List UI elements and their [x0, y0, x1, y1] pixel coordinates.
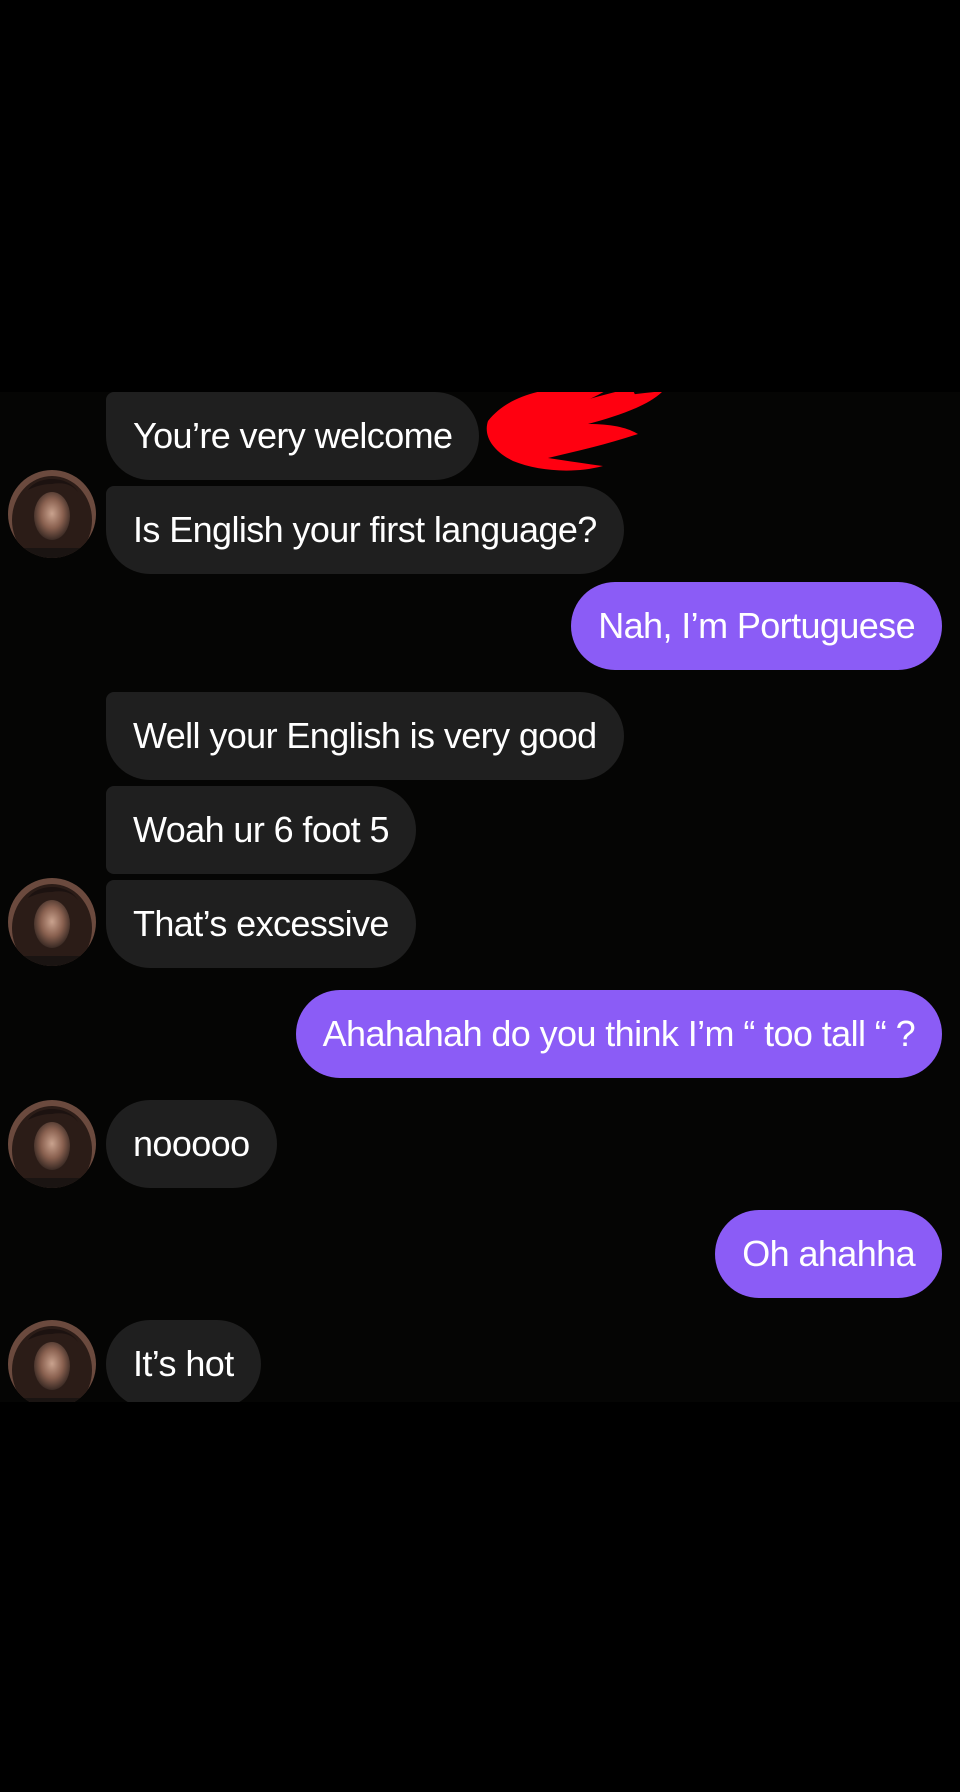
incoming-message[interactable]: nooooo	[106, 1100, 277, 1188]
contact-avatar[interactable]	[8, 1100, 96, 1188]
contact-avatar[interactable]	[8, 878, 96, 966]
message-text: It’s hot	[133, 1343, 234, 1384]
outgoing-message[interactable]: Ahahahah do you think I’m “ too tall “ ?	[295, 990, 942, 1078]
message-text: Is English your first language?	[133, 509, 597, 550]
avatar-photo-icon	[8, 878, 96, 966]
avatar-photo-icon	[8, 1100, 96, 1188]
incoming-message[interactable]: That’s excessive	[106, 880, 416, 968]
outgoing-message[interactable]: Oh ahahha	[715, 1210, 942, 1298]
avatar-photo-icon	[8, 470, 96, 558]
incoming-message[interactable]: You’re very welcome	[106, 392, 480, 480]
message-text: Well your English is very good	[133, 715, 597, 756]
incoming-message[interactable]: Well your English is very good	[106, 692, 624, 780]
message-text: Ahahahah do you think I’m “ too tall “ ?	[322, 1013, 916, 1054]
message-text: Woah ur 6 foot 5	[133, 809, 390, 850]
incoming-message[interactable]: Woah ur 6 foot 5	[106, 786, 416, 874]
incoming-message[interactable]: Is English your first language?	[106, 486, 624, 574]
avatar-photo-icon	[8, 1320, 96, 1402]
outgoing-message[interactable]: Nah, I’m Portuguese	[571, 582, 942, 670]
message-text: You’re very welcome	[133, 415, 453, 456]
incoming-message[interactable]: It’s hot	[106, 1320, 261, 1402]
chat-thread[interactable]: You’re very welcome Is English your firs…	[0, 392, 960, 1402]
redaction-scribble-icon	[486, 392, 662, 471]
message-text: Nah, I’m Portuguese	[598, 605, 915, 646]
contact-avatar[interactable]	[8, 470, 96, 558]
contact-avatar[interactable]	[8, 1320, 96, 1402]
message-text: Oh ahahha	[742, 1233, 915, 1274]
message-text: That’s excessive	[133, 903, 389, 944]
message-text: nooooo	[133, 1123, 250, 1164]
